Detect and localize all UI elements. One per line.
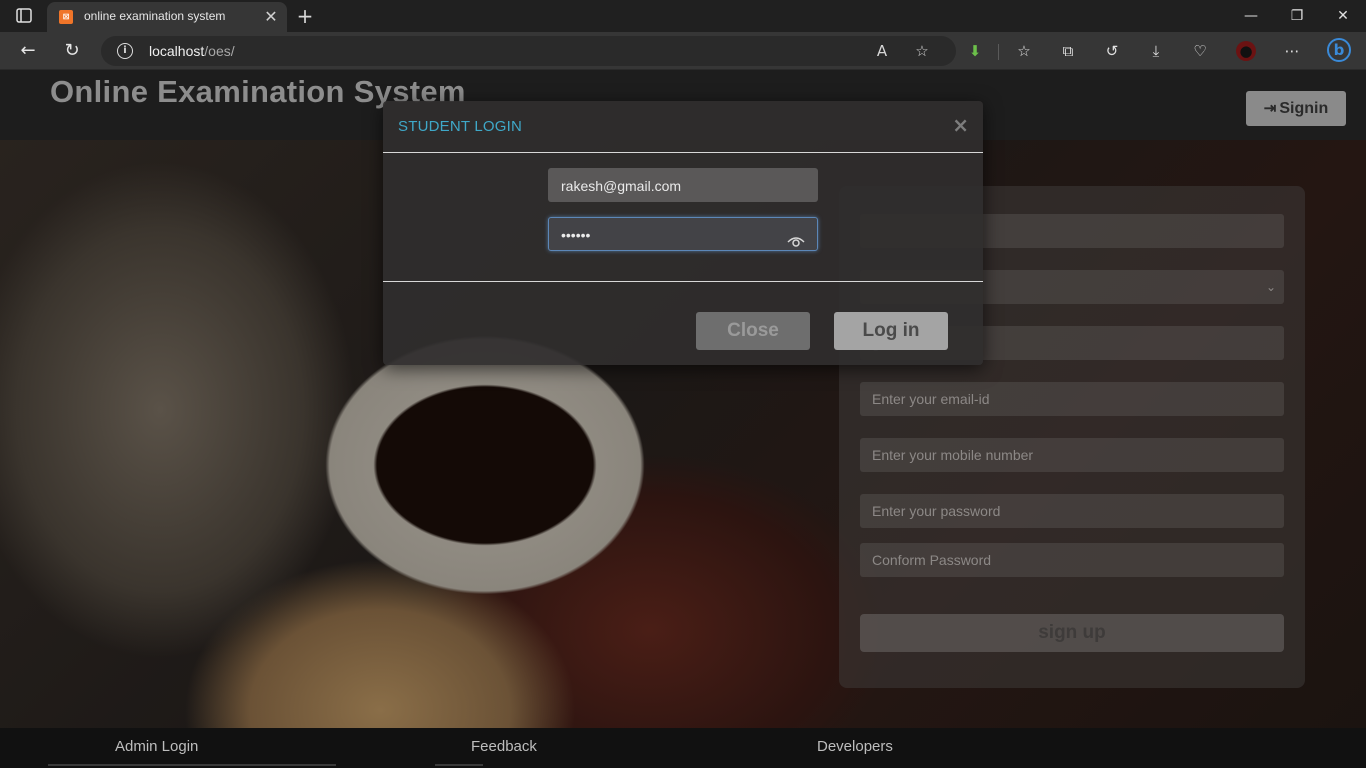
footer-developers-link[interactable]: Developers xyxy=(817,738,893,755)
window-close-icon[interactable]: ✕ xyxy=(1320,4,1366,28)
signup-mobile-field[interactable]: Enter your mobile number xyxy=(860,438,1284,472)
student-login-modal: STUDENT LOGIN × rakesh@gmail.com •••••• … xyxy=(383,101,983,365)
password-mask: •••••• xyxy=(561,227,591,243)
url-text[interactable]: localhost/oes/ xyxy=(149,43,235,59)
tab-title: online examination system xyxy=(84,9,226,23)
footer-admin-login-link[interactable]: Admin Login xyxy=(115,738,198,755)
refresh-icon[interactable]: ↻ xyxy=(61,40,83,62)
performance-icon[interactable]: ♡ xyxy=(1190,41,1210,61)
read-aloud-icon[interactable]: A xyxy=(872,41,892,61)
close-button[interactable]: Close xyxy=(696,312,810,350)
extension-icon[interactable]: ● xyxy=(1236,41,1256,61)
back-icon[interactable]: ← xyxy=(17,40,39,62)
footer-feedback-link[interactable]: Feedback xyxy=(471,738,537,755)
modal-header-divider xyxy=(383,152,983,153)
signin-label: Signin xyxy=(1279,100,1329,117)
extension-download-icon[interactable]: ⬇ xyxy=(965,41,985,61)
more-menu-icon[interactable]: ⋯ xyxy=(1282,41,1302,61)
signin-button[interactable]: ⇥ Signin xyxy=(1246,91,1346,126)
signup-password-field[interactable]: Enter your password xyxy=(860,494,1284,528)
tab-close-icon[interactable]: ✕ xyxy=(263,7,279,26)
favorite-star-icon[interactable]: ☆ xyxy=(912,41,932,61)
footer-divider xyxy=(435,764,483,766)
site-info-icon[interactable]: i xyxy=(117,43,133,59)
browser-tab-active[interactable]: ⊠ online examination system ✕ xyxy=(47,2,287,32)
downloads-icon[interactable]: ⤓ xyxy=(1146,41,1166,61)
bing-copilot-icon[interactable]: b xyxy=(1327,38,1351,62)
browser-tab-bar: ⊠ online examination system ✕ + — ❐ ✕ xyxy=(0,0,1366,32)
login-email-field[interactable]: rakesh@gmail.com xyxy=(548,168,818,202)
tab-actions-icon[interactable] xyxy=(12,6,36,26)
modal-close-icon[interactable]: × xyxy=(952,113,969,137)
footer-bar: Admin Login Feedback Developers xyxy=(0,728,1366,768)
xampp-favicon-icon: ⊠ xyxy=(59,10,73,24)
footer-divider xyxy=(48,764,336,766)
modal-title: STUDENT LOGIN xyxy=(398,118,523,135)
login-button[interactable]: Log in xyxy=(834,312,948,350)
restore-icon[interactable]: ❐ xyxy=(1274,4,1320,28)
new-tab-icon[interactable]: + xyxy=(296,4,314,28)
chevron-down-icon: ⌄ xyxy=(1265,280,1276,294)
signup-button[interactable]: sign up xyxy=(860,614,1284,652)
history-icon[interactable]: ↺ xyxy=(1102,41,1122,61)
collections-icon[interactable]: ⧉ xyxy=(1058,41,1078,61)
login-password-field[interactable]: •••••• xyxy=(548,217,818,251)
show-password-eye-icon[interactable] xyxy=(787,227,805,247)
address-bar[interactable]: i localhost/oes/ A ☆ xyxy=(101,36,956,66)
signup-confirm-password-field[interactable]: Conform Password xyxy=(860,543,1284,577)
browser-toolbar: ← ↻ i localhost/oes/ A ☆ ⬇ ☆ ⧉ ↺ ⤓ ♡ ● ⋯… xyxy=(0,32,1366,70)
modal-footer-divider xyxy=(383,281,983,282)
signup-email-field[interactable]: Enter your email-id xyxy=(860,382,1284,416)
signin-icon: ⇥ xyxy=(1263,100,1277,117)
favorites-icon[interactable]: ☆ xyxy=(1014,41,1034,61)
toolbar-divider xyxy=(998,44,999,60)
minimize-icon[interactable]: — xyxy=(1228,4,1274,28)
